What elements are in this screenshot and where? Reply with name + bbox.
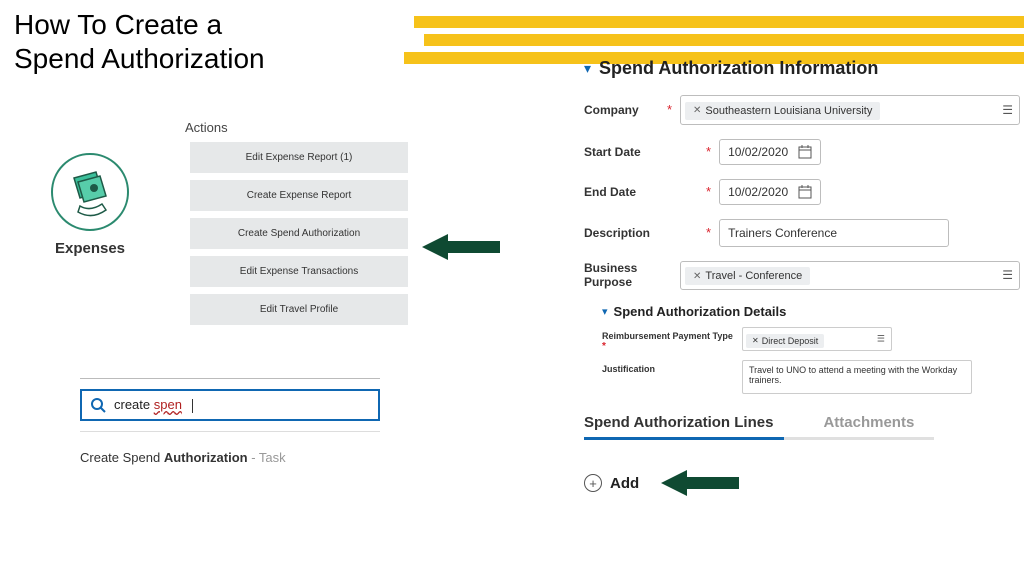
required-mark: * xyxy=(667,102,672,117)
action-create-spend-authorization[interactable]: Create Spend Authorization xyxy=(190,218,408,249)
action-edit-expense-transactions[interactable]: Edit Expense Transactions xyxy=(190,256,408,287)
purpose-chip[interactable]: ✕Travel - Conference xyxy=(685,267,810,285)
start-date-field[interactable]: 10/02/2020 xyxy=(719,139,821,165)
action-edit-expense-report[interactable]: Edit Expense Report (1) xyxy=(190,142,408,173)
divider xyxy=(80,378,380,379)
calendar-icon xyxy=(798,185,812,199)
chevron-down-icon: ▾ xyxy=(584,60,591,77)
purpose-field[interactable]: ✕Travel - Conference ☰ xyxy=(680,261,1020,291)
company-field[interactable]: ✕Southeastern Louisiana University ☰ xyxy=(680,95,1020,125)
pointer-arrow-icon xyxy=(661,468,739,498)
search-input[interactable]: create spen xyxy=(80,389,380,421)
calendar-icon xyxy=(798,145,812,159)
actions-list: Edit Expense Report (1) Create Expense R… xyxy=(190,142,408,325)
add-button[interactable]: Add xyxy=(610,475,639,492)
search-icon xyxy=(90,397,106,413)
company-label: Company xyxy=(584,103,665,117)
action-create-expense-report[interactable]: Create Expense Report xyxy=(190,180,408,211)
required-mark: * xyxy=(706,225,711,240)
tab-lines[interactable]: Spend Authorization Lines xyxy=(584,414,773,437)
decorative-bars xyxy=(414,16,1024,64)
start-date-label: Start Date xyxy=(584,145,704,159)
purpose-label: Business Purpose xyxy=(584,261,665,289)
reimbursement-field[interactable]: ✕Direct Deposit ☰ xyxy=(742,327,892,351)
actions-heading: Actions xyxy=(185,120,228,135)
divider xyxy=(80,431,380,432)
reimbursement-chip[interactable]: ✕Direct Deposit xyxy=(746,334,824,348)
list-icon[interactable]: ☰ xyxy=(1002,268,1013,282)
title-line-1: How To Create a xyxy=(14,8,265,42)
end-date-label: End Date xyxy=(584,185,704,199)
end-date-field[interactable]: 10/02/2020 xyxy=(719,179,821,205)
remove-icon[interactable]: ✕ xyxy=(693,105,701,116)
description-field[interactable]: Trainers Conference xyxy=(719,219,949,247)
yellow-bar xyxy=(424,34,1024,46)
required-mark: * xyxy=(706,144,711,159)
action-edit-travel-profile[interactable]: Edit Travel Profile xyxy=(190,294,408,325)
required-mark: * xyxy=(706,184,711,199)
list-icon[interactable]: ☰ xyxy=(1002,103,1013,117)
reimbursement-label: Reimbursement Payment Type * xyxy=(602,327,742,352)
details-title: Spend Authorization Details xyxy=(614,304,787,319)
search-value: create spen xyxy=(114,397,193,413)
search-result[interactable]: Create Spend Authorization - Task xyxy=(80,450,380,465)
remove-icon[interactable]: ✕ xyxy=(693,271,701,282)
description-label: Description xyxy=(584,226,704,240)
page-title: How To Create a Spend Authorization xyxy=(14,8,265,75)
title-line-2: Spend Authorization xyxy=(14,42,265,76)
section-header[interactable]: ▾ Spend Authorization Information xyxy=(584,58,1020,79)
company-chip[interactable]: ✕Southeastern Louisiana University xyxy=(685,102,880,120)
remove-icon[interactable]: ✕ xyxy=(752,336,759,345)
chevron-down-icon: ▾ xyxy=(602,305,608,318)
list-icon[interactable]: ☰ xyxy=(877,334,885,345)
pointer-arrow-icon xyxy=(422,232,500,262)
yellow-bar xyxy=(414,16,1024,28)
details-header[interactable]: ▾ Spend Authorization Details xyxy=(602,304,1020,319)
section-title: Spend Authorization Information xyxy=(599,58,878,79)
expenses-label: Expenses xyxy=(30,240,150,257)
justification-field[interactable]: Travel to UNO to attend a meeting with t… xyxy=(742,360,972,394)
add-icon[interactable]: + xyxy=(584,474,602,492)
tab-attachments[interactable]: Attachments xyxy=(823,414,914,437)
expenses-icon xyxy=(50,152,130,232)
justification-label: Justification xyxy=(602,360,742,374)
tab-indicator xyxy=(584,437,934,440)
